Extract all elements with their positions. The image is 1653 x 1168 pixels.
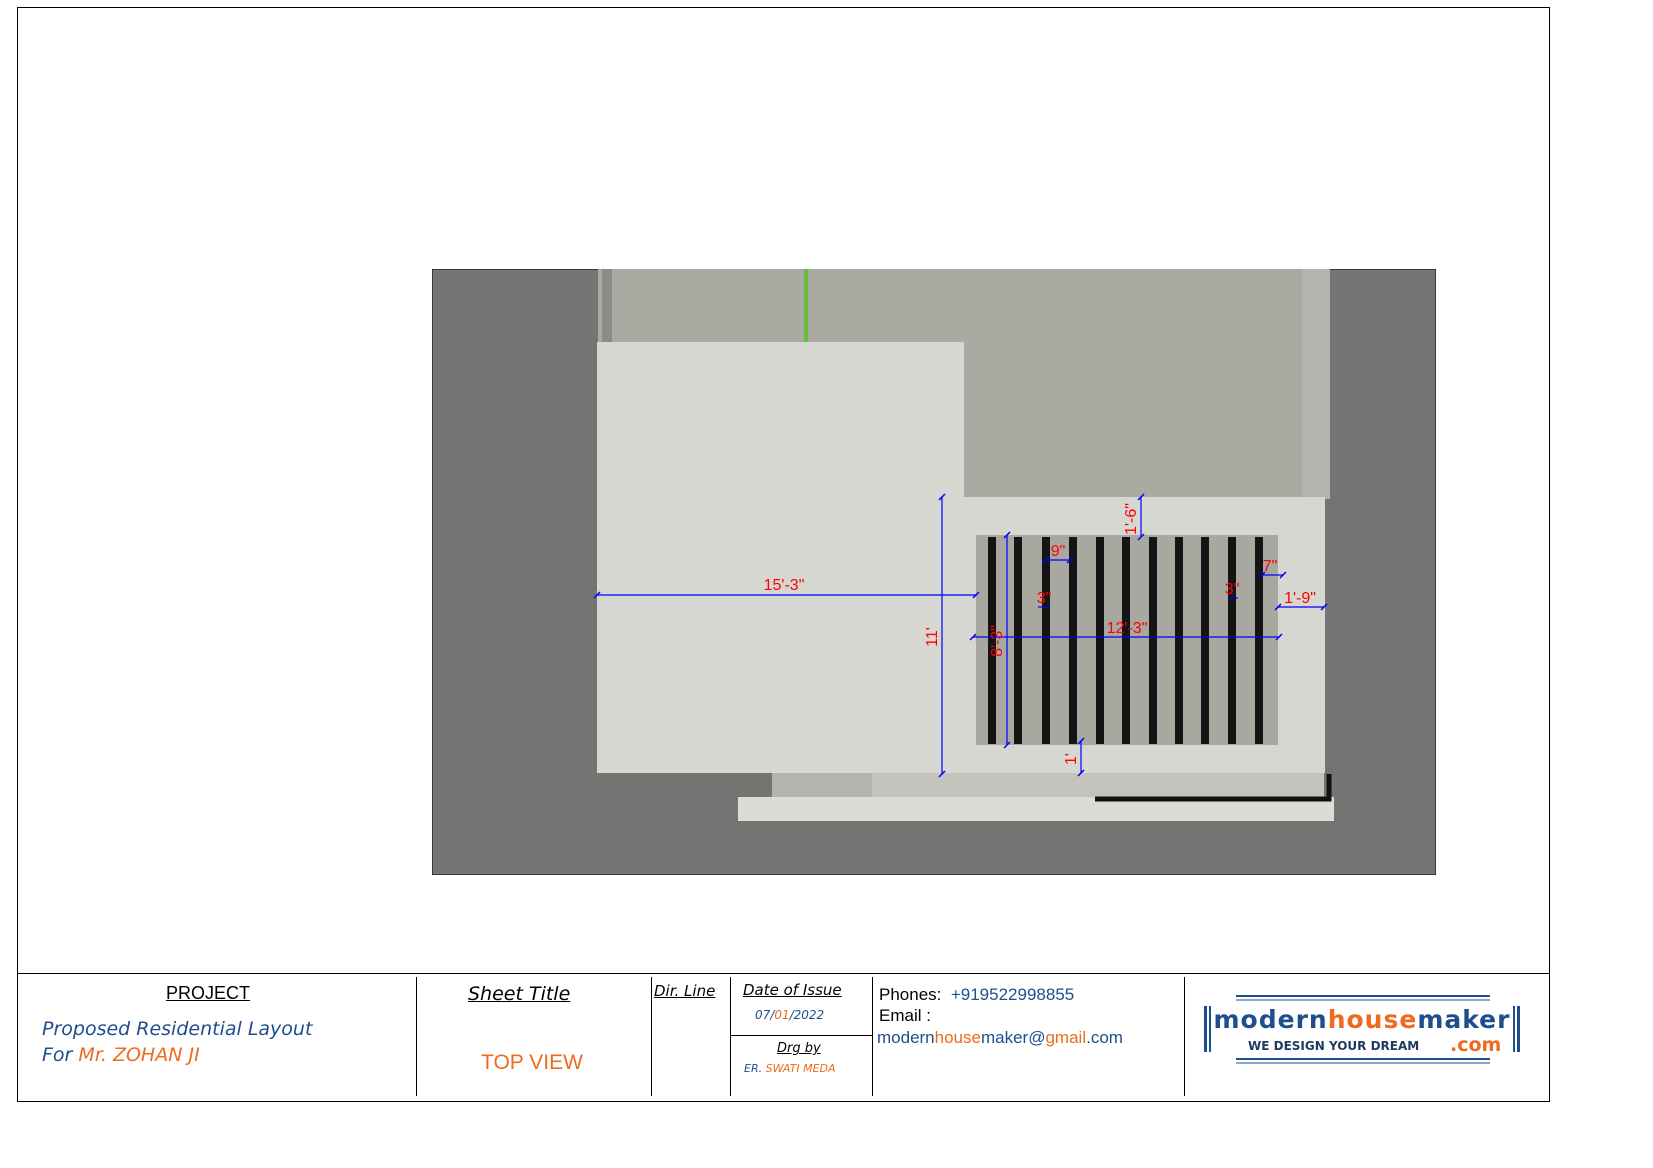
sheet-title: TOP VIEW (481, 1051, 583, 1074)
dim-bottom-margin: 1' (1063, 753, 1080, 765)
dim-grill-width: 12'-3" (1107, 620, 1148, 637)
dim-right-margin: 1'-9" (1284, 590, 1316, 607)
project-heading: PROJECT (166, 983, 251, 1003)
grill-bar (1201, 537, 1209, 744)
grill-bar (1228, 537, 1236, 744)
grill-bar (1069, 537, 1077, 744)
issue-date-day: 07/ (755, 1008, 775, 1022)
email-label: Email : (879, 1006, 931, 1025)
divider (651, 977, 652, 1096)
dim-end-gap: 7" (1263, 558, 1278, 575)
brand-logo: modernhousemaker WE DESIGN YOUR DREAM .c… (1200, 990, 1528, 1068)
side-wall-right (1302, 269, 1330, 499)
date-of-issue-heading: Date of Issue (743, 981, 842, 999)
grill-bar (1042, 537, 1050, 744)
divider (416, 977, 417, 1096)
top-view-drawing: 15'-3" 11' 8'-3" 12'-3" 1'-6" 1' 1'-9" 9… (432, 269, 1436, 875)
grill-bar (1096, 537, 1104, 744)
dim-bar-spacing: 9" (1051, 543, 1066, 560)
drawn-by-name: SWATI MEDA (765, 1062, 836, 1075)
dim-top-margin: 1'-6" (1123, 503, 1140, 535)
email-part: house (934, 1028, 981, 1047)
divider (1184, 977, 1185, 1096)
email-part: maker@ (980, 1028, 1046, 1047)
phones-line: Phones: +919522998855 (879, 985, 1074, 1005)
divider (730, 977, 731, 1096)
issue-date: 07/01/2022 (755, 1008, 824, 1022)
issue-date-month: 01 (774, 1008, 790, 1022)
dim-overall-width: 15'-3" (764, 577, 805, 594)
project-for-label: For (42, 1044, 73, 1066)
dir-line-heading: Dir. Line (654, 982, 716, 1000)
email-part: gmail (1045, 1028, 1087, 1047)
green-pipe (804, 269, 808, 343)
dim-bar-width-left: 3" (1037, 590, 1052, 607)
sheet-title-heading: Sheet Title (468, 983, 571, 1005)
grill-bar (1175, 537, 1183, 744)
logo-wordmark: modernhousemaker (1214, 1005, 1511, 1034)
title-block: PROJECT Proposed Residential Layout For … (17, 973, 1550, 1102)
phones-label: Phones: (879, 985, 942, 1004)
grill-bar (1122, 537, 1130, 744)
dim-total-depth: 11' (924, 627, 941, 647)
side-wall-left (602, 269, 612, 343)
project-name: Proposed Residential Layout (42, 1018, 313, 1040)
issue-date-year: /2022 (789, 1008, 825, 1022)
phone-number: +919522998855 (950, 985, 1075, 1004)
drawn-by: ER. SWATI MEDA (744, 1062, 836, 1075)
project-client-line: For Mr. ZOHAN JI (42, 1044, 200, 1066)
client-name: Mr. ZOHAN JI (78, 1044, 200, 1066)
email-address[interactable]: modernhousemaker@gmail.com (877, 1028, 1123, 1048)
divider-horizontal (730, 1035, 872, 1036)
lower-step (772, 773, 872, 799)
divider (872, 977, 873, 1096)
email-part: .com (1086, 1028, 1123, 1047)
dim-bar-width-right: 3" (1225, 581, 1240, 598)
logo-tld: .com (1450, 1034, 1501, 1056)
dim-inner-depth: 8'-3" (989, 625, 1006, 657)
drg-by-heading: Drg by (777, 1041, 821, 1056)
slab-left (597, 342, 964, 773)
logo-tagline: WE DESIGN YOUR DREAM (1248, 1039, 1419, 1053)
grill-bar (1149, 537, 1157, 744)
grill-bar (1014, 537, 1022, 744)
email-part: modern (877, 1028, 935, 1047)
drawn-by-prefix: ER. (744, 1062, 763, 1075)
